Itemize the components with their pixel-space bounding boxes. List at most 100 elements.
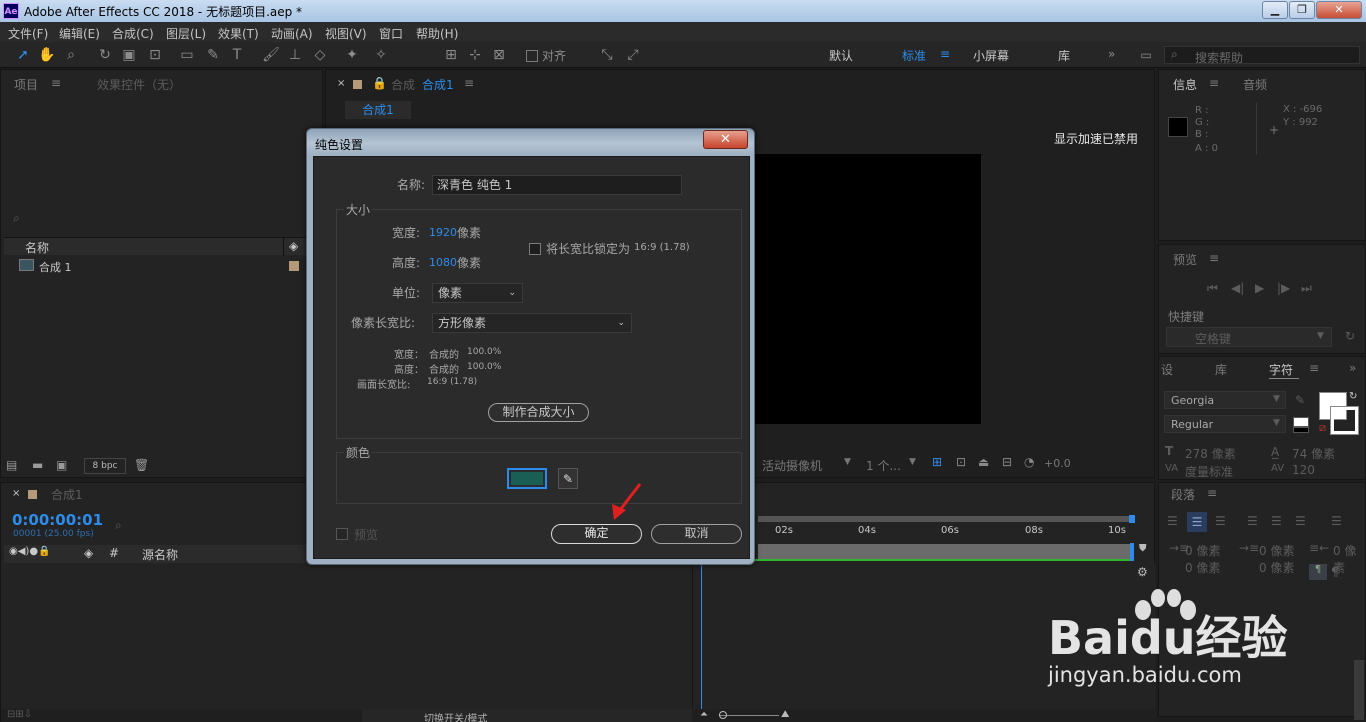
menu-composition[interactable]: 合成(C) xyxy=(112,25,154,42)
snap-options-icon[interactable]: ⤢ xyxy=(624,46,642,64)
axis-local-icon[interactable]: ⊞ xyxy=(442,46,460,64)
justify-right-icon[interactable]: ☰ xyxy=(1295,514,1306,528)
tab-character[interactable]: 字符 xyxy=(1269,361,1293,378)
close-window-button[interactable]: ✕ xyxy=(1316,1,1362,19)
menu-animation[interactable]: 动画(A) xyxy=(271,25,313,42)
tab-composition[interactable]: 合成1 xyxy=(422,76,454,93)
work-area-end-handle[interactable] xyxy=(1129,515,1135,523)
window-scrollbar[interactable] xyxy=(1354,660,1364,720)
minimize-button[interactable]: ▁ xyxy=(1262,1,1288,19)
timeline-comp-tab[interactable]: 合成1 xyxy=(51,486,83,503)
menu-layer[interactable]: 图层(L) xyxy=(166,25,206,42)
timecode-display[interactable]: 0:00:00:01 xyxy=(12,511,103,529)
menu-help[interactable]: 帮助(H) xyxy=(416,25,458,42)
black-swatch[interactable] xyxy=(1293,427,1309,433)
preview-title[interactable]: 预览 xyxy=(1173,251,1197,268)
tab-effects-presets[interactable]: 设 xyxy=(1161,361,1173,378)
name-field[interactable]: 深青色 纯色 1 xyxy=(432,175,682,195)
loop-icon[interactable]: ↻ xyxy=(1345,329,1355,343)
font-family-select[interactable]: Georgia ▼ xyxy=(1164,391,1286,409)
justify-all-icon[interactable]: ☰ xyxy=(1331,514,1342,528)
font-style-select[interactable]: Regular ▼ xyxy=(1164,415,1286,433)
align-right-icon[interactable]: ☰ xyxy=(1215,514,1226,528)
camera-select[interactable]: 活动摄像机 xyxy=(762,457,822,474)
play-icon[interactable]: ▶ xyxy=(1255,281,1264,295)
help-search-box[interactable]: ⌕ 搜索帮助 xyxy=(1164,46,1360,65)
zoom-tool-icon[interactable]: ⌕ xyxy=(62,46,80,64)
panel-menu-icon[interactable]: ≡ xyxy=(1309,361,1319,375)
solid-color-swatch-button[interactable] xyxy=(507,468,547,489)
tab-project[interactable]: 项目 xyxy=(14,76,38,93)
timeline-search-icon[interactable]: ⌕ xyxy=(115,518,122,533)
rotate-tool-icon[interactable]: ↻ xyxy=(96,46,114,64)
trash-icon[interactable]: 🗑 xyxy=(134,458,149,472)
tracking-value[interactable]: 120 xyxy=(1292,463,1315,477)
more-workspaces-button[interactable]: » xyxy=(1108,47,1115,61)
rectangle-tool-icon[interactable]: ▭ xyxy=(178,46,196,64)
tab-audio[interactable]: 音频 xyxy=(1243,76,1267,93)
toggle-switches-icon[interactable]: ⊟⊞⇩ xyxy=(7,709,32,720)
interpret-footage-icon[interactable]: ▤ xyxy=(6,458,17,472)
label-column-icon[interactable]: ◈ xyxy=(289,239,298,253)
panel-menu-icon[interactable]: ≡ xyxy=(464,76,474,90)
align-checkbox[interactable] xyxy=(526,50,538,62)
stroke-color-swatch[interactable] xyxy=(1330,406,1359,435)
panel-menu-icon[interactable]: ≡ xyxy=(51,76,61,90)
space-after-value[interactable]: 0 像素 xyxy=(1259,559,1294,576)
duration-end-marker[interactable] xyxy=(1130,543,1134,561)
zoom-in-icon[interactable]: ⛰ xyxy=(781,709,789,720)
timeline-icon[interactable]: ⏏ xyxy=(978,455,989,469)
comp-navigator-tab[interactable]: 合成1 xyxy=(345,101,411,119)
axis-view-icon[interactable]: ⊠ xyxy=(490,46,508,64)
visibility-column-icon[interactable]: ◉◀)●🔒 xyxy=(9,546,51,557)
first-frame-icon[interactable]: ⏮ xyxy=(1207,281,1218,296)
pan-behind-tool-icon[interactable]: ⊡ xyxy=(146,46,164,64)
zoom-slider[interactable] xyxy=(719,715,779,716)
panel-menu-icon[interactable]: ≡ xyxy=(1209,251,1219,265)
menu-window[interactable]: 窗口 xyxy=(379,25,403,42)
close-tab-icon[interactable]: × xyxy=(337,78,345,89)
units-select[interactable]: 像素 ⌄ xyxy=(432,283,523,303)
lock-icon[interactable]: 🔒 xyxy=(372,76,387,90)
swap-colors-icon[interactable]: ↻ xyxy=(1349,391,1357,402)
eyedropper-icon[interactable]: ✎ xyxy=(1295,393,1305,407)
workspace-libraries[interactable]: 库 xyxy=(1058,47,1070,64)
comp-button-icon[interactable]: ⚙ xyxy=(1137,565,1148,579)
shortcut-select[interactable]: 空格键 ▼ xyxy=(1166,327,1332,347)
fast-preview-icon[interactable]: ⊞ xyxy=(932,455,942,469)
roto-brush-tool-icon[interactable]: ✦ xyxy=(343,46,361,64)
preview-checkbox[interactable] xyxy=(336,528,348,540)
last-frame-icon[interactable]: ⏭ xyxy=(1301,281,1312,296)
list-item[interactable]: 合成 1 xyxy=(4,257,322,275)
layer-duration-bar[interactable] xyxy=(758,544,1133,559)
label-column-icon[interactable]: ◈ xyxy=(84,546,93,560)
no-stroke-icon[interactable]: ⧄ xyxy=(1319,421,1326,435)
panel-menu-icon[interactable]: ≡ xyxy=(1207,486,1217,500)
kerning-value[interactable]: 度量标准 xyxy=(1185,463,1233,480)
lock-aspect-checkbox[interactable] xyxy=(529,243,541,255)
workspace-default[interactable]: 默认 xyxy=(829,47,853,64)
puppet-tool-icon[interactable]: ✧ xyxy=(372,46,390,64)
flowchart-icon[interactable]: ⊟ xyxy=(1002,455,1012,469)
align-center-icon[interactable]: ☰ xyxy=(1187,512,1207,532)
pixel-aspect-select[interactable]: 方形像素 ⌄ xyxy=(432,313,632,333)
clone-stamp-tool-icon[interactable]: ⊥ xyxy=(286,46,304,64)
source-name-column[interactable]: 源名称 xyxy=(142,546,178,563)
menu-effect[interactable]: 效果(T) xyxy=(218,25,259,42)
camera-tool-icon[interactable]: ▣ xyxy=(120,46,138,64)
menu-view[interactable]: 视图(V) xyxy=(325,25,367,42)
tab-effect-controls[interactable]: 效果控件（无） xyxy=(97,76,181,93)
maximize-button[interactable]: ❐ xyxy=(1289,1,1315,19)
width-value[interactable]: 1920 xyxy=(429,226,457,239)
brush-tool-icon[interactable]: 🖌 xyxy=(262,46,280,64)
zoom-slider-handle[interactable] xyxy=(719,711,727,719)
indent-first-value[interactable]: 0 像素 xyxy=(1259,542,1294,559)
reset-exposure-icon[interactable]: ◔ xyxy=(1024,455,1034,469)
new-composition-icon[interactable]: ▣ xyxy=(56,458,67,472)
bit-depth-button[interactable]: 8 bpc xyxy=(84,458,126,474)
rtl-icon[interactable]: ¶ xyxy=(1331,565,1339,579)
previous-frame-icon[interactable]: ◀| xyxy=(1231,281,1244,295)
tab-libraries[interactable]: 库 xyxy=(1215,361,1227,378)
space-before-value[interactable]: 0 像素 xyxy=(1185,559,1220,576)
close-tab-icon[interactable]: × xyxy=(12,488,20,499)
